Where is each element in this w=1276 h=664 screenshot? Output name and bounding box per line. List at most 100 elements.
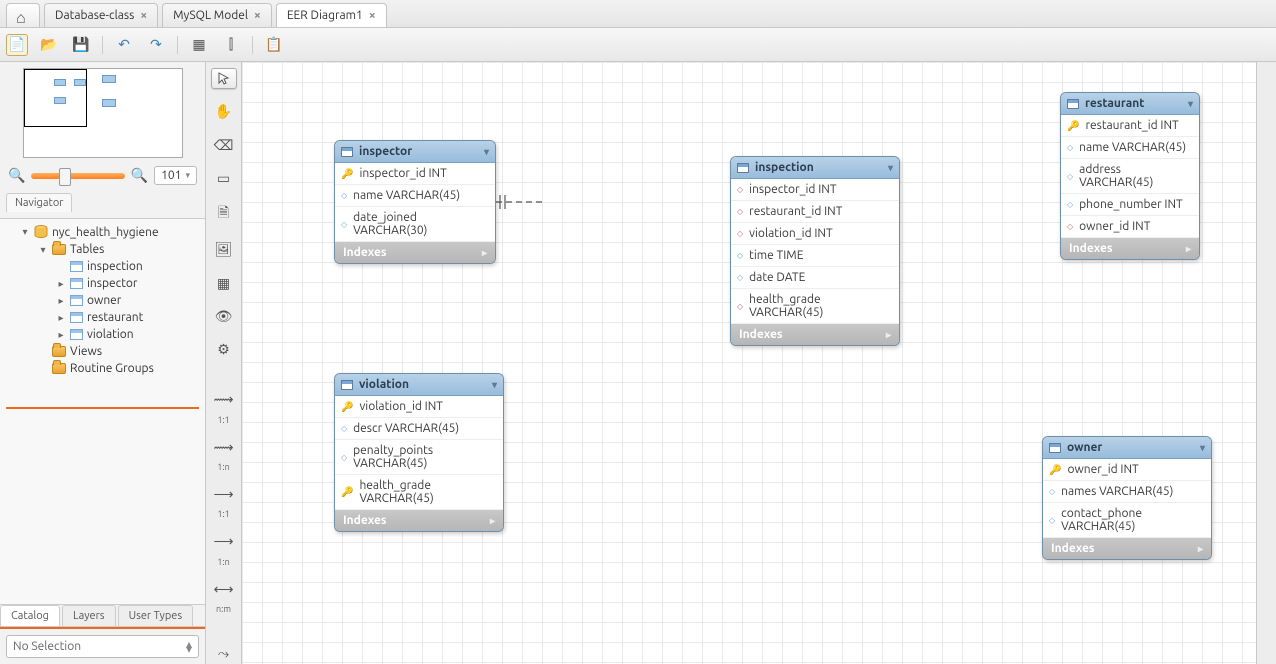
tree-tables[interactable]: ▾ Tables xyxy=(0,241,205,258)
image-tool[interactable]: 🖼 xyxy=(211,239,237,260)
entity-header[interactable]: inspector ▾ xyxy=(335,141,495,163)
zoom-out-icon[interactable]: 🔍 xyxy=(8,167,25,184)
redo-button[interactable]: ↷ xyxy=(145,34,167,56)
entity-indexes[interactable]: Indexes▸ xyxy=(335,510,503,531)
entity-column[interactable]: 🔑restaurant_id INT xyxy=(1061,115,1199,137)
expand-icon[interactable]: ▸ xyxy=(56,329,66,341)
catalog-tab-user-types[interactable]: User Types xyxy=(118,605,194,626)
tab-database-class[interactable]: Database-class × xyxy=(44,3,158,27)
entity-column[interactable]: ◇name VARCHAR(45) xyxy=(1061,137,1199,159)
zoom-in-icon[interactable]: 🔍 xyxy=(131,167,148,184)
collapse-icon[interactable]: ▾ xyxy=(484,146,489,158)
catalog-tab-layers[interactable]: Layers xyxy=(62,605,116,626)
hand-tool[interactable]: ✋ xyxy=(211,101,237,122)
dropdown-icon[interactable]: ▾ xyxy=(185,170,190,181)
entity-indexes[interactable]: Indexes▸ xyxy=(731,324,899,345)
entity-column[interactable]: ◇phone_number INT xyxy=(1061,194,1199,216)
entity-column[interactable]: ◇contact_phone VARCHAR(45) xyxy=(1043,503,1211,538)
pointer-tool[interactable] xyxy=(211,68,237,89)
expand-icon[interactable]: ▸ xyxy=(1198,543,1203,555)
entity-column[interactable]: ◇address VARCHAR(45) xyxy=(1061,159,1199,194)
zoom-value-field[interactable]: 101 ▾ xyxy=(154,166,197,185)
undo-button[interactable]: ↶ xyxy=(113,34,135,56)
catalog-tree[interactable]: ▾ nyc_health_hygiene ▾ Tables inspection… xyxy=(0,218,205,605)
tree-item-owner[interactable]: ▸ owner xyxy=(0,292,205,309)
table-tool[interactable]: ▦ xyxy=(211,273,237,294)
expand-icon[interactable]: ▸ xyxy=(886,329,891,341)
tree-item-inspector[interactable]: ▸ inspector xyxy=(0,275,205,292)
entity-column[interactable]: ◇names VARCHAR(45) xyxy=(1043,481,1211,503)
spinner-icon[interactable]: ▴▾ xyxy=(186,642,192,652)
entity-column[interactable]: ◇health_grade VARCHAR(45) xyxy=(731,289,899,324)
expand-icon[interactable]: ▸ xyxy=(482,247,487,259)
expand-icon[interactable]: ▾ xyxy=(38,244,48,256)
open-file-button[interactable]: 📂 xyxy=(38,34,60,56)
relation-1-1-identifying[interactable]: ⟶ xyxy=(211,484,237,505)
home-tab[interactable] xyxy=(6,3,40,27)
tree-item-violation[interactable]: ▸ violation xyxy=(0,326,205,343)
entity-column[interactable]: ◇penalty_points VARCHAR(45) xyxy=(335,440,503,475)
diagram-canvas[interactable]: inspector ▾ 🔑inspector_id INT ◇name VARC… xyxy=(242,62,1256,664)
entity-header[interactable]: owner ▾ xyxy=(1043,437,1211,459)
relation-1-n-nonidentifying[interactable]: ⟿ xyxy=(211,437,237,458)
minimap[interactable] xyxy=(23,68,183,158)
entity-inspector[interactable]: inspector ▾ 🔑inspector_id INT ◇name VARC… xyxy=(334,140,496,264)
tree-item-restaurant[interactable]: ▸ restaurant xyxy=(0,309,205,326)
entity-header[interactable]: restaurant ▾ xyxy=(1061,93,1199,115)
close-icon[interactable]: × xyxy=(369,9,376,22)
grid-toggle-button[interactable]: ▦ xyxy=(188,34,210,56)
entity-column[interactable]: ◇descr VARCHAR(45) xyxy=(335,418,503,440)
note-tool[interactable]: 🗎 xyxy=(211,201,237,227)
entity-column[interactable]: ◇time TIME xyxy=(731,245,899,267)
tree-schema[interactable]: ▾ nyc_health_hygiene xyxy=(0,223,205,241)
layer-tool[interactable]: ▭ xyxy=(211,168,237,189)
entity-indexes[interactable]: Indexes▸ xyxy=(335,242,495,263)
navigator-tab[interactable]: Navigator xyxy=(6,193,199,212)
expand-icon[interactable]: ▸ xyxy=(56,295,66,307)
relation-n-m[interactable]: ⟷ xyxy=(211,579,237,600)
zoom-slider[interactable] xyxy=(31,173,124,179)
collapse-icon[interactable]: ▾ xyxy=(492,379,497,391)
entity-inspection[interactable]: inspection ▾ ◇inspector_id INT ◇restaura… xyxy=(730,156,900,346)
entity-column[interactable]: ◇name VARCHAR(45) xyxy=(335,185,495,207)
relation-from-columns[interactable]: ⤳ xyxy=(211,643,237,664)
close-icon[interactable]: × xyxy=(140,9,147,22)
new-file-button[interactable]: 📄 xyxy=(6,34,28,56)
expand-icon[interactable]: ▸ xyxy=(56,312,66,324)
entity-column[interactable]: 🔑inspector_id INT xyxy=(335,163,495,185)
entity-indexes[interactable]: Indexes▸ xyxy=(1043,538,1211,559)
tree-views[interactable]: Views xyxy=(0,343,205,360)
entity-column[interactable]: ◇inspector_id INT xyxy=(731,179,899,201)
relation-1-1-nonidentifying[interactable]: ⟿ xyxy=(211,389,237,410)
catalog-tab-catalog[interactable]: Catalog xyxy=(0,605,60,626)
expand-icon[interactable]: ▸ xyxy=(56,278,66,290)
close-icon[interactable]: × xyxy=(254,9,261,22)
entity-header[interactable]: violation ▾ xyxy=(335,374,503,396)
relation-1-n-identifying[interactable]: ⟶ xyxy=(211,531,237,552)
tree-item-inspection[interactable]: inspection xyxy=(0,258,205,275)
eraser-tool[interactable]: ⌫ xyxy=(211,135,237,156)
notes-button[interactable]: 📋 xyxy=(263,34,285,56)
entity-column[interactable]: 🔑violation_id INT xyxy=(335,396,503,418)
entity-column[interactable]: ◇date DATE xyxy=(731,267,899,289)
align-button[interactable]: ⫿ xyxy=(220,34,242,56)
tree-routine-groups[interactable]: Routine Groups xyxy=(0,360,205,377)
expand-icon[interactable]: ▸ xyxy=(490,515,495,527)
entity-column[interactable]: ◇date_joined VARCHAR(30) xyxy=(335,207,495,242)
entity-header[interactable]: inspection ▾ xyxy=(731,157,899,179)
tab-mysql-model[interactable]: MySQL Model × xyxy=(162,3,272,27)
entity-indexes[interactable]: Indexes▸ xyxy=(1061,238,1199,259)
entity-column[interactable]: ◇restaurant_id INT xyxy=(731,201,899,223)
expand-icon[interactable]: ▾ xyxy=(20,226,30,238)
collapse-icon[interactable]: ▾ xyxy=(888,162,893,174)
tab-eer-diagram[interactable]: EER Diagram1 × xyxy=(276,3,387,27)
selection-field[interactable]: No Selection ▴▾ xyxy=(6,635,199,658)
expand-icon[interactable]: ▸ xyxy=(1186,243,1191,255)
collapse-icon[interactable]: ▾ xyxy=(1200,442,1205,454)
entity-column[interactable]: 🔑health_grade VARCHAR(45) xyxy=(335,475,503,510)
save-button[interactable]: 💾 xyxy=(70,34,92,56)
entity-violation[interactable]: violation ▾ 🔑violation_id INT ◇descr VAR… xyxy=(334,373,504,532)
collapse-icon[interactable]: ▾ xyxy=(1188,98,1193,110)
entity-restaurant[interactable]: restaurant ▾ 🔑restaurant_id INT ◇name VA… xyxy=(1060,92,1200,260)
entity-owner[interactable]: owner ▾ 🔑owner_id INT ◇names VARCHAR(45)… xyxy=(1042,436,1212,560)
